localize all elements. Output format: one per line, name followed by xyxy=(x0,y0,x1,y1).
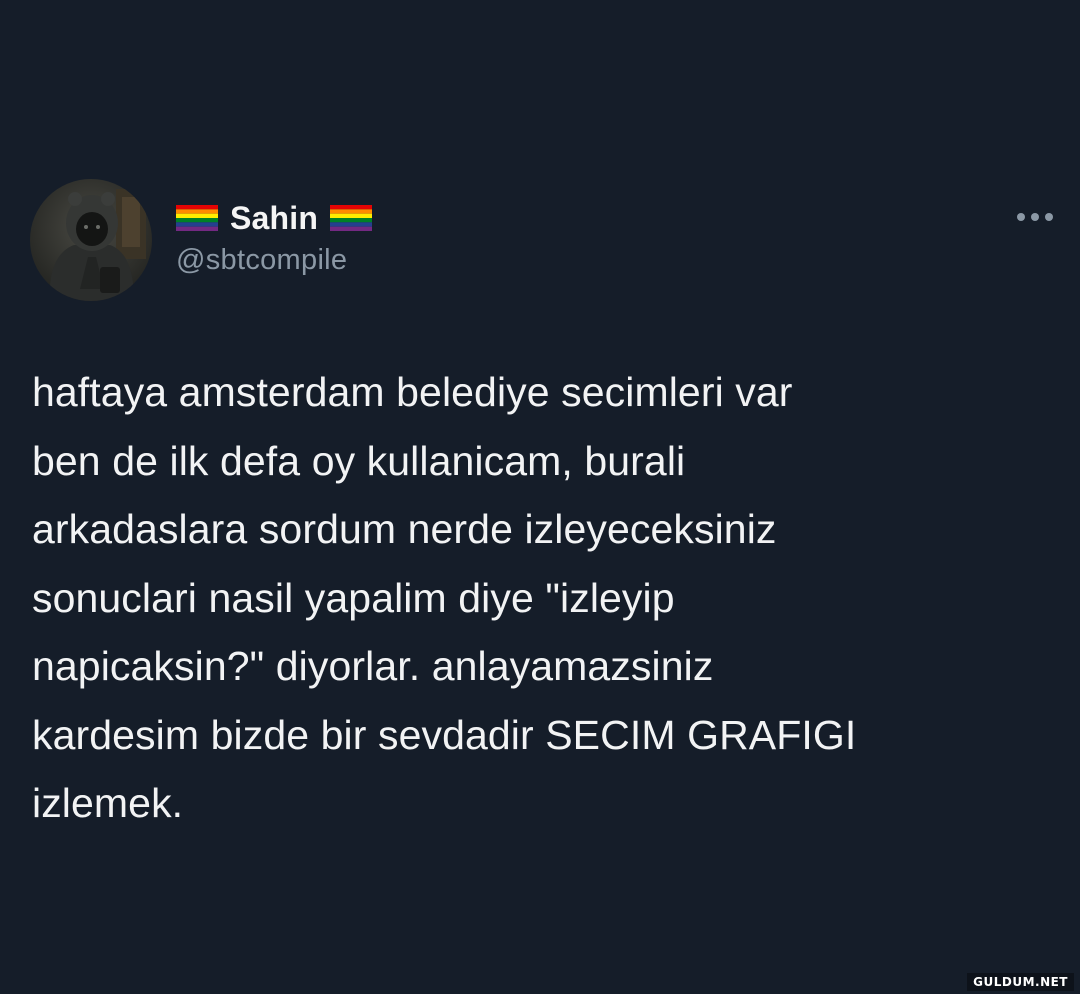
tweet-text-line: haftaya amsterdam belediye secimleri var xyxy=(32,369,793,415)
more-options-button[interactable] xyxy=(1010,200,1060,234)
tweet-text-line: kardesim bizde bir sevdadir SECIM GRAFIG… xyxy=(32,711,857,758)
tweet-text-line: sonuclari nasil yapalim diye "izleyip xyxy=(32,574,675,621)
more-options-icon xyxy=(1017,213,1053,221)
tweet-text: haftaya amsterdam belediye secimleri var… xyxy=(32,358,1062,838)
watermark: GULDUM.NET xyxy=(967,973,1074,991)
user-handle[interactable]: @sbtcompile xyxy=(176,244,347,277)
rainbow-flag-icon xyxy=(330,205,373,231)
tweet-text-line: napicaksin?" diyorlar. anlayamazsiniz xyxy=(32,643,714,689)
rainbow-flag-icon xyxy=(176,205,218,231)
author-name-row[interactable]: Sahin xyxy=(176,196,373,240)
avatar[interactable] xyxy=(30,179,152,301)
tweet-text-line: izlemek. xyxy=(32,780,184,826)
display-name: Sahin xyxy=(230,199,319,236)
tweet-text-line: ben de ilk defa oy kullanicam, burali xyxy=(32,437,686,484)
tweet-card: Sahin @sbtcompile haftaya amsterdam bele… xyxy=(0,0,1080,994)
tweet-text-line: arkadaslara sordum nerde izleyeceksiniz xyxy=(32,506,777,552)
hooded-figure-avatar-icon xyxy=(30,179,152,301)
